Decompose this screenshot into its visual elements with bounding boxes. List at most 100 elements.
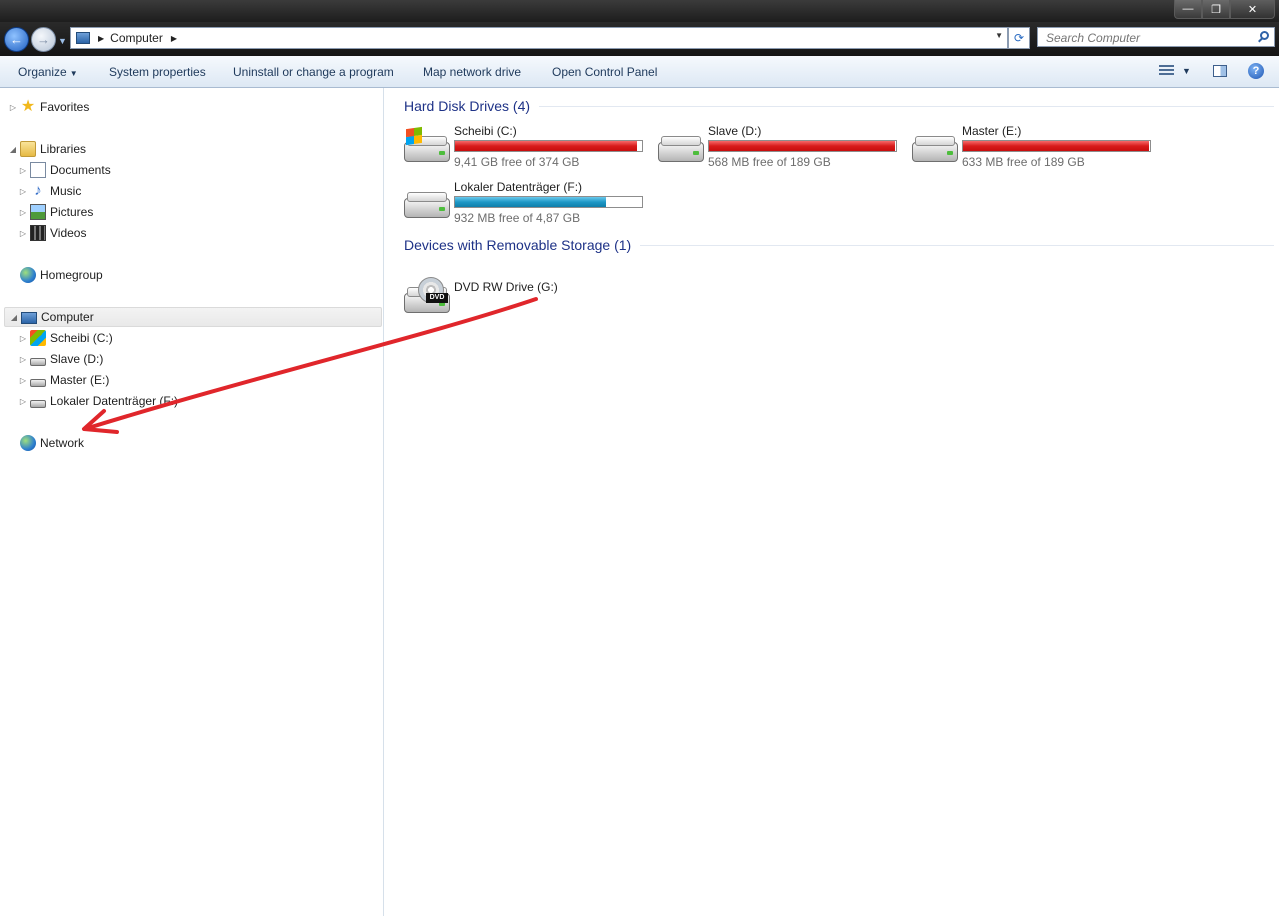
tree-item-label: Slave (D:): [50, 352, 104, 366]
map-network-drive-button[interactable]: Map network drive: [423, 65, 521, 79]
help-icon[interactable]: ?: [1248, 63, 1264, 79]
drive-free-space: 932 MB free of 4,87 GB: [454, 211, 581, 225]
drive-name: Lokaler Datenträger (F:): [454, 180, 583, 194]
drive-usage-fill: [963, 141, 1150, 151]
tree-item-pictures[interactable]: ▷ Pictures: [18, 202, 93, 222]
open-control-panel-button[interactable]: Open Control Panel: [552, 65, 657, 79]
maximize-button[interactable]: ❐: [1202, 0, 1230, 19]
organize-button[interactable]: Organize ▼: [18, 65, 78, 79]
drive-tile-d[interactable]: Slave (D:) 568 MB free of 189 GB: [658, 124, 908, 172]
tree-item-label: Lokaler Datenträger (F:): [50, 394, 179, 408]
expand-arrow-icon[interactable]: ▷: [18, 208, 28, 217]
tree-item-videos[interactable]: ▷ Videos: [18, 223, 86, 243]
uninstall-program-button[interactable]: Uninstall or change a program: [233, 65, 394, 79]
tree-item-documents[interactable]: ▷ Documents: [18, 160, 111, 180]
network-icon: [20, 435, 36, 451]
change-view-icon[interactable]: [1159, 65, 1174, 77]
tree-item-drive-e[interactable]: ▷ Master (E:): [18, 370, 109, 390]
drive-tile-c[interactable]: Scheibi (C:) 9,41 GB free of 374 GB: [404, 124, 654, 172]
recent-pages-chevron-icon[interactable]: ▼: [58, 36, 67, 46]
drive-name: Master (E:): [962, 124, 1022, 138]
drive-usage-bar: [454, 140, 643, 152]
drive-free-space: 633 MB free of 189 GB: [962, 155, 1085, 169]
drive-usage-bar: [454, 196, 643, 208]
forward-button[interactable]: →: [31, 27, 56, 52]
tree-item-libraries[interactable]: ◢ Libraries: [8, 139, 86, 159]
drive-usage-fill: [455, 197, 607, 207]
expand-arrow-icon[interactable]: ▷: [18, 229, 28, 238]
tree-item-label: Computer: [41, 310, 94, 324]
tree-item-label: Master (E:): [50, 373, 110, 387]
title-bar: — ❐ ✕: [0, 0, 1279, 22]
tree-item-label: Videos: [50, 226, 87, 240]
drive-name: Slave (D:): [708, 124, 762, 138]
expand-arrow-icon[interactable]: ▷: [18, 187, 28, 196]
windows-drive-icon: [404, 126, 450, 164]
tree-item-drive-c[interactable]: ▷ Scheibi (C:): [18, 328, 113, 348]
hard-drive-icon: [912, 136, 958, 164]
tree-item-label: Music: [50, 184, 82, 198]
tree-item-label: Libraries: [40, 142, 87, 156]
search-input[interactable]: [1044, 30, 1253, 46]
libraries-icon: [20, 141, 36, 157]
tree-item-drive-f[interactable]: ▷ Lokaler Datenträger (F:): [18, 391, 178, 411]
search-box[interactable]: [1037, 27, 1275, 47]
hard-drive-icon: [658, 136, 704, 164]
hard-drive-icon: [30, 358, 46, 366]
collapse-arrow-icon[interactable]: ◢: [8, 145, 18, 154]
tree-item-label: Homegroup: [40, 268, 103, 282]
tree-item-homegroup[interactable]: Homegroup: [8, 265, 103, 285]
tree-item-computer[interactable]: ◢ Computer: [4, 307, 382, 327]
expand-arrow-icon[interactable]: ▷: [18, 166, 28, 175]
tree-item-label: Network: [40, 436, 85, 450]
close-button[interactable]: ✕: [1230, 0, 1275, 19]
film-strip-icon: [30, 225, 46, 241]
view-options-chevron-icon[interactable]: ▼: [1182, 66, 1191, 76]
expand-arrow-icon[interactable]: ▷: [18, 376, 28, 385]
breadcrumb-arrow-icon[interactable]: ▶: [171, 34, 177, 43]
tree-item-drive-d[interactable]: ▷ Slave (D:): [18, 349, 103, 369]
hard-drive-icon: [30, 379, 46, 387]
back-button[interactable]: ←: [4, 27, 29, 52]
tree-item-favorites[interactable]: ▷ ★ Favorites: [8, 97, 89, 117]
group-header-hard-disk-drives[interactable]: Hard Disk Drives (4): [404, 98, 1274, 114]
drive-tile-f[interactable]: Lokaler Datenträger (F:) 932 MB free of …: [404, 180, 654, 228]
collapse-arrow-icon[interactable]: ◢: [9, 313, 19, 322]
drive-name: Scheibi (C:): [454, 124, 517, 138]
expand-arrow-icon[interactable]: ▷: [18, 397, 28, 406]
star-icon: ★: [20, 98, 36, 115]
drive-name: DVD RW Drive (G:): [454, 280, 558, 294]
drive-tile-e[interactable]: Master (E:) 633 MB free of 189 GB: [912, 124, 1162, 172]
preview-pane-icon[interactable]: [1213, 65, 1227, 77]
tree-item-music[interactable]: ▷ ♪ Music: [18, 181, 81, 201]
breadcrumb-arrow-icon[interactable]: ▶: [98, 34, 104, 43]
minimize-button[interactable]: —: [1174, 0, 1202, 19]
address-dropdown-icon[interactable]: ▼: [995, 31, 1003, 40]
address-bar[interactable]: ▶ Computer ▶ ▼: [70, 27, 1008, 49]
computer-icon: [76, 32, 90, 44]
system-properties-button[interactable]: System properties: [109, 65, 206, 79]
group-divider: [539, 105, 1274, 107]
drive-tile-g[interactable]: DVD DVD RW Drive (G:): [404, 275, 654, 323]
tree-item-network[interactable]: Network: [8, 433, 84, 453]
hard-drive-icon: [404, 192, 450, 220]
drive-free-space: 568 MB free of 189 GB: [708, 155, 831, 169]
expand-arrow-icon[interactable]: ▷: [18, 334, 28, 343]
breadcrumb-computer[interactable]: Computer: [110, 31, 163, 45]
windows-drive-icon: [30, 330, 46, 346]
search-icon[interactable]: [1260, 31, 1269, 40]
expand-arrow-icon[interactable]: ▷: [8, 103, 18, 112]
tree-item-label: Scheibi (C:): [50, 331, 113, 345]
group-divider: [640, 244, 1274, 246]
expand-arrow-icon[interactable]: ▷: [18, 355, 28, 364]
window-controls: — ❐ ✕: [1174, 0, 1275, 19]
hard-drive-icon: [30, 400, 46, 408]
documents-icon: [30, 162, 46, 178]
tree-item-label: Favorites: [40, 100, 90, 114]
refresh-button[interactable]: ⟳: [1008, 27, 1030, 49]
group-title: Hard Disk Drives (4): [404, 98, 531, 114]
tree-item-label: Pictures: [50, 205, 94, 219]
group-header-removable-storage[interactable]: Devices with Removable Storage (1): [404, 237, 1274, 253]
drive-usage-fill: [709, 141, 896, 151]
dvd-drive-icon: DVD: [404, 277, 450, 315]
